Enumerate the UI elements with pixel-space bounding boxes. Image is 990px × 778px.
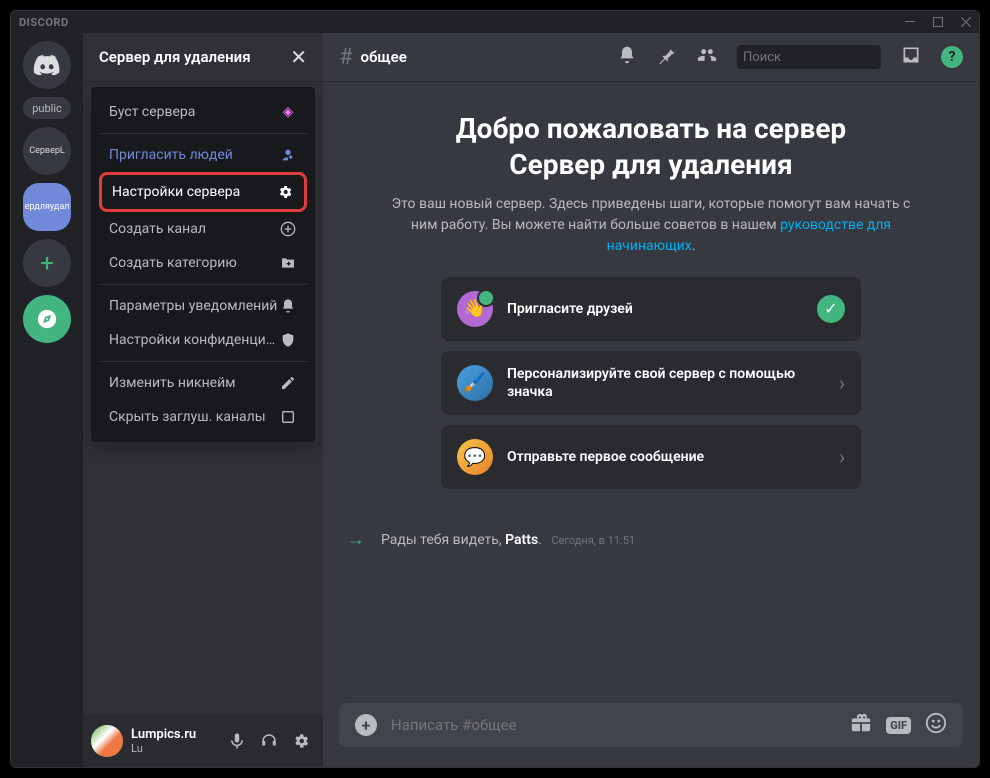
emoji-icon[interactable] xyxy=(925,712,947,738)
attach-button[interactable]: + xyxy=(355,714,377,736)
maximize-icon[interactable] xyxy=(933,17,943,27)
menu-privacy[interactable]: Настройки конфиденци… xyxy=(99,323,307,357)
server-header[interactable]: Сервер для удаления ✕ xyxy=(83,33,323,81)
welcome-description: Это ваш новый сервер. Здесь приведены ша… xyxy=(391,194,911,257)
gift-icon[interactable] xyxy=(850,712,872,738)
system-username[interactable]: Patts xyxy=(505,532,538,548)
server-item[interactable]: СерверL xyxy=(23,127,71,175)
user-settings-button[interactable] xyxy=(287,727,315,755)
inbox-icon[interactable] xyxy=(901,45,921,69)
close-icon[interactable] xyxy=(961,17,971,27)
menu-create-category[interactable]: Создать категорию xyxy=(99,246,307,280)
public-badge[interactable]: public xyxy=(23,97,71,119)
system-timestamp: Сегодня, в 11:51 xyxy=(551,534,635,547)
deafen-button[interactable] xyxy=(255,727,283,755)
hash-icon: # xyxy=(339,45,353,70)
brand-label: DISCORD xyxy=(19,16,69,29)
system-message: → Рады тебя видеть, Patts. Сегодня, в 11… xyxy=(339,519,963,560)
boost-icon: ◈ xyxy=(279,103,297,121)
explore-button[interactable] xyxy=(23,295,71,343)
menu-hide-muted[interactable]: Скрыть заглуш. каналы xyxy=(99,400,307,434)
server-item-active[interactable]: ердляудал xyxy=(23,183,71,231)
notifications-icon[interactable] xyxy=(617,45,637,69)
gif-button[interactable]: GIF xyxy=(886,717,911,734)
checkbox-icon xyxy=(279,408,297,426)
compass-icon xyxy=(36,308,58,330)
menu-invite[interactable]: Пригласить людей xyxy=(99,138,307,172)
close-icon[interactable]: ✕ xyxy=(290,45,307,69)
server-dropdown: Буст сервера ◈ Пригласить людей Настройк… xyxy=(91,87,315,442)
channel-topbar: # общее ? xyxy=(323,33,979,81)
check-icon: ✓ xyxy=(817,295,845,323)
card-personalize[interactable]: 🖌️ Персонализируйте свой сервер с помощь… xyxy=(441,351,861,415)
add-server-button[interactable]: + xyxy=(23,239,71,287)
menu-notifications[interactable]: Параметры уведомлений xyxy=(99,289,307,323)
channel-sidebar: Сервер для удаления ✕ Буст сервера ◈ При… xyxy=(83,33,323,767)
brush-icon: 🖌️ xyxy=(457,365,493,401)
members-icon[interactable] xyxy=(697,45,717,69)
pins-icon[interactable] xyxy=(657,45,677,69)
server-title: Сервер для удаления xyxy=(99,48,251,66)
server-rail: public СерверL ердляудал + xyxy=(11,33,83,767)
message-composer: + GIF xyxy=(339,703,963,747)
plus-circle-icon xyxy=(279,220,297,238)
welcome-block: Добро пожаловать на сервер Сервер для уд… xyxy=(391,111,911,257)
main-content: # общее ? Добро xyxy=(323,33,979,767)
avatar[interactable] xyxy=(91,725,123,757)
invite-icon xyxy=(279,146,297,164)
minimize-icon[interactable] xyxy=(905,17,915,27)
user-panel: Lumpics.ru Lu xyxy=(83,715,323,767)
channel-name: общее xyxy=(361,48,407,66)
welcome-title: Добро пожаловать на сервер Сервер для уд… xyxy=(391,111,911,184)
mute-button[interactable] xyxy=(223,727,251,755)
chat-icon: 💬 xyxy=(457,439,493,475)
bell-icon xyxy=(279,297,297,315)
folder-plus-icon xyxy=(279,254,297,272)
menu-boost[interactable]: Буст сервера ◈ xyxy=(99,95,307,129)
menu-create-channel[interactable]: Создать канал xyxy=(99,212,307,246)
menu-nickname[interactable]: Изменить никнейм xyxy=(99,366,307,400)
chevron-right-icon: › xyxy=(839,445,845,469)
search-box[interactable] xyxy=(737,45,881,69)
gear-icon xyxy=(276,183,294,201)
card-first-message[interactable]: 💬 Отправьте первое сообщение › xyxy=(441,425,861,489)
discord-logo-icon xyxy=(33,55,61,75)
user-status: Lu xyxy=(131,742,215,755)
wave-icon: 👋 xyxy=(457,291,493,327)
help-icon[interactable]: ? xyxy=(941,46,963,68)
chevron-right-icon: › xyxy=(839,371,845,395)
user-name: Lumpics.ru xyxy=(131,727,215,742)
pencil-icon xyxy=(279,374,297,392)
menu-server-settings[interactable]: Настройки сервера xyxy=(99,172,307,212)
card-invite-friends[interactable]: 👋 Пригласите друзей ✓ xyxy=(441,277,861,341)
join-arrow-icon: → xyxy=(347,529,365,550)
titlebar: DISCORD xyxy=(11,11,979,33)
shield-icon xyxy=(279,331,297,349)
message-input[interactable] xyxy=(391,716,836,734)
search-input[interactable] xyxy=(743,50,909,65)
home-button[interactable] xyxy=(23,41,71,89)
